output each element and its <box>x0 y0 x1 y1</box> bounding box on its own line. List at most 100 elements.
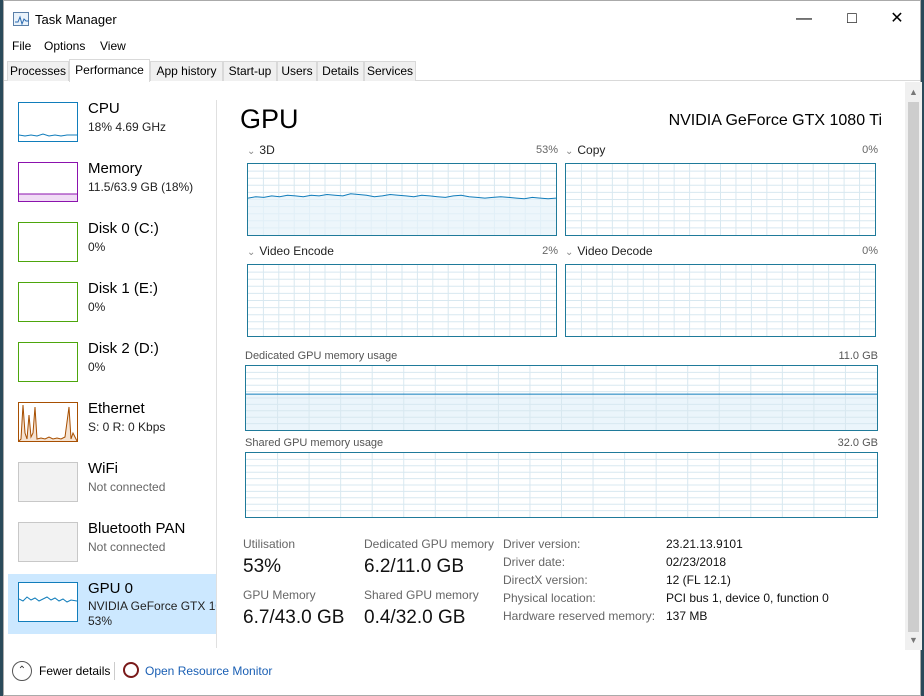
sidebar-item-label: Bluetooth PAN <box>88 520 186 537</box>
physical-location-label: Physical location: <box>503 591 596 605</box>
chevron-down-icon: ⌄ <box>247 247 256 258</box>
graph-3d <box>247 163 557 236</box>
scroll-down-icon[interactable]: ▼ <box>905 632 922 648</box>
sidebar-item-detail: 0% <box>88 360 106 374</box>
sidebar-item-detail: 11.5/63.9 GB (18%) <box>88 180 194 194</box>
sidebar-item-detail: S: 0 R: 0 Kbps <box>88 420 166 434</box>
title-bar: Task Manager — □ ✕ <box>4 1 920 35</box>
graph-label-copy[interactable]: ⌄ Copy <box>565 143 605 157</box>
chevron-down-icon: ⌄ <box>565 146 574 157</box>
reserved-memory-label: Hardware reserved memory: <box>503 609 656 623</box>
sidebar-item-label: WiFi <box>88 460 118 477</box>
sidebar-item-label: Ethernet <box>88 400 145 417</box>
graph-label-video-encode[interactable]: ⌄ Video Encode <box>247 244 334 258</box>
sidebar-item-label: Memory <box>88 160 143 177</box>
maximize-button[interactable]: □ <box>842 9 862 29</box>
footer: ⌃ Fewer details Open Resource Monitor <box>4 653 920 689</box>
driver-date-value: 02/23/2018 <box>666 555 727 569</box>
graph-label-3d[interactable]: ⌄ 3D <box>247 143 275 157</box>
sidebar-item-ethernet[interactable]: Ethernet S: 0 R: 0 Kbps <box>8 400 216 460</box>
vertical-scrollbar[interactable]: ▲ ▼ <box>905 82 922 650</box>
scroll-up-icon[interactable]: ▲ <box>905 84 922 100</box>
sidebar-item-percent: 53% <box>88 614 113 628</box>
graph-shared-memory <box>245 452 878 518</box>
graph-video-encode <box>247 264 557 337</box>
graph-percent-copy: 0% <box>862 144 878 156</box>
sidebar-item-label: Disk 1 (E:) <box>88 280 159 297</box>
chevron-down-icon: ⌄ <box>565 247 574 258</box>
performance-panel: CPU 18% 4.69 GHz Memory 11.5/63.9 GB (18… <box>4 82 922 650</box>
footer-divider <box>114 662 115 680</box>
cpu-thumbnail <box>18 102 78 142</box>
shared-memory-max: 32.0 GB <box>837 437 878 449</box>
sidebar-item-detail: 18% 4.69 GHz <box>88 120 167 134</box>
sidebar-item-memory[interactable]: Memory 11.5/63.9 GB (18%) <box>8 160 216 220</box>
gpu-model-name: NVIDIA GeForce GTX 1080 Ti <box>668 112 882 129</box>
sidebar-item-disk-0[interactable]: Disk 0 (C:) 0% <box>8 220 216 280</box>
menu-file[interactable]: File <box>12 39 31 53</box>
scroll-thumb[interactable] <box>908 102 919 632</box>
memory-thumbnail <box>18 162 78 202</box>
chevron-up-icon[interactable]: ⌃ <box>12 661 32 681</box>
reserved-memory-value: 137 MB <box>666 609 708 623</box>
utilisation-label: Utilisation <box>243 537 296 551</box>
sidebar-divider <box>216 100 217 648</box>
sidebar-item-label: Disk 2 (D:) <box>88 340 159 357</box>
graph-percent-3d: 53% <box>535 144 558 156</box>
sidebar-item-bluetooth-pan[interactable]: Bluetooth PAN Not connected <box>8 520 216 580</box>
tab-users[interactable]: Users <box>277 61 317 81</box>
dedicated-memory-max: 11.0 GB <box>838 350 878 362</box>
dedicated-memory-label: Dedicated GPU memory usage <box>245 350 398 362</box>
physical-location-value: PCI bus 1, device 0, function 0 <box>666 591 829 605</box>
minimize-button[interactable]: — <box>794 9 814 29</box>
disk-thumbnail <box>18 222 78 262</box>
graph-video-decode <box>565 264 876 337</box>
ethernet-thumbnail <box>18 402 78 442</box>
gpu-memory-label: GPU Memory <box>243 588 316 602</box>
tab-performance[interactable]: Performance <box>69 59 150 82</box>
dedicated-memory-stat-label: Dedicated GPU memory <box>364 537 495 551</box>
sidebar-item-label: CPU <box>88 100 120 117</box>
menu-view[interactable]: View <box>100 39 126 53</box>
sidebar-item-detail: 0% <box>88 240 106 254</box>
utilisation-value: 53% <box>243 556 282 577</box>
chevron-down-icon: ⌄ <box>247 146 256 157</box>
sidebar-item-cpu[interactable]: CPU 18% 4.69 GHz <box>8 100 216 160</box>
open-resource-monitor-link[interactable]: Open Resource Monitor <box>145 664 272 678</box>
graph-copy <box>565 163 876 236</box>
resource-monitor-icon[interactable] <box>123 662 139 678</box>
graph-percent-video-decode: 0% <box>862 245 878 257</box>
3d-area <box>248 193 556 235</box>
menu-bar: File Options View <box>4 37 920 57</box>
tab-details[interactable]: Details <box>317 61 364 81</box>
tab-processes[interactable]: Processes <box>7 61 69 81</box>
bluetooth-thumbnail <box>18 522 78 562</box>
page-title: GPU <box>240 104 299 134</box>
driver-version-label: Driver version: <box>503 537 581 551</box>
sidebar-item-disk-1[interactable]: Disk 1 (E:) 0% <box>8 280 216 340</box>
tab-services[interactable]: Services <box>364 61 416 81</box>
sidebar-item-disk-2[interactable]: Disk 2 (D:) 0% <box>8 340 216 400</box>
sidebar-item-detail: 0% <box>88 300 106 314</box>
tab-app-history[interactable]: App history <box>150 61 223 81</box>
fewer-details-link[interactable]: Fewer details <box>39 664 110 678</box>
menu-options[interactable]: Options <box>44 39 85 53</box>
gpu-thumbnail <box>18 582 78 622</box>
sidebar-item-label: Disk 0 (C:) <box>88 220 159 237</box>
gpu-memory-value: 6.7/43.0 GB <box>243 607 345 628</box>
graph-label-video-decode[interactable]: ⌄ Video Decode <box>565 244 653 258</box>
directx-version-label: DirectX version: <box>503 573 588 587</box>
directx-version-value: 12 (FL 12.1) <box>666 573 731 587</box>
tab-startup[interactable]: Start-up <box>223 61 277 81</box>
task-manager-icon <box>13 12 29 26</box>
sidebar-item-wifi[interactable]: WiFi Not connected <box>8 460 216 520</box>
close-button[interactable]: ✕ <box>887 9 907 29</box>
sidebar-item-gpu-0[interactable]: GPU 0 NVIDIA GeForce GTX 1080 Ti 53% <box>8 574 216 634</box>
tab-bar: Processes Performance App history Start-… <box>4 59 920 82</box>
dedicated-memory-stat-value: 6.2/11.0 GB <box>364 556 464 577</box>
sidebar-item-detail: NVIDIA GeForce GTX 1080 Ti <box>88 599 216 613</box>
driver-version-value: 23.21.13.9101 <box>666 537 743 551</box>
shared-memory-label: Shared GPU memory usage <box>245 437 384 449</box>
window-title: Task Manager <box>35 12 117 27</box>
driver-date-label: Driver date: <box>503 555 566 569</box>
